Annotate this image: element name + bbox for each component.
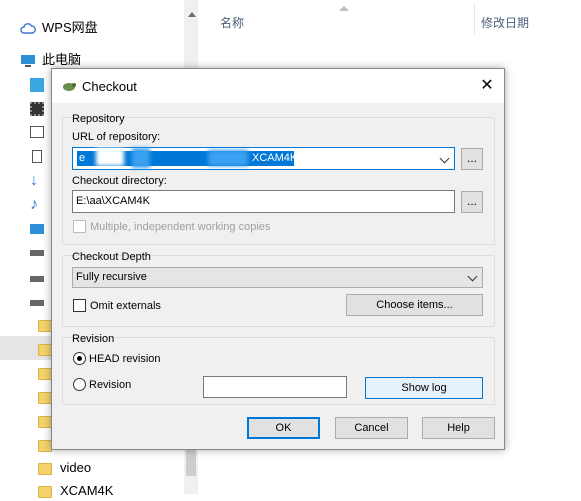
- drive-icon[interactable]: [30, 300, 44, 306]
- checkout-dir-label: Checkout directory:: [72, 175, 167, 187]
- pictures-icon[interactable]: [30, 126, 44, 138]
- browse-label: ...: [466, 151, 477, 165]
- nav-item-video[interactable]: video: [38, 458, 91, 478]
- documents-icon[interactable]: [32, 150, 42, 163]
- choose-items-button[interactable]: Choose items...: [346, 294, 483, 316]
- help-label: Help: [447, 422, 470, 434]
- close-button[interactable]: ✕: [470, 69, 504, 103]
- column-header-name[interactable]: 名称: [220, 14, 244, 31]
- revision-input[interactable]: [203, 376, 347, 398]
- chevron-down-icon[interactable]: [439, 153, 450, 164]
- chevron-down-icon[interactable]: [467, 271, 478, 282]
- dialog-titlebar[interactable]: Checkout ✕: [52, 69, 504, 103]
- column-divider[interactable]: [474, 4, 475, 34]
- video-icon[interactable]: [30, 102, 44, 116]
- nav-item-label: XCAM4K: [60, 483, 114, 498]
- browse-url-button[interactable]: ...: [461, 148, 483, 170]
- nav-item-wps-drive[interactable]: WPS网盘: [20, 18, 98, 38]
- tortoise-icon: [63, 83, 76, 91]
- music-icon[interactable]: ♪: [30, 196, 38, 214]
- checkout-depth-group-label: Checkout Depth: [72, 251, 151, 263]
- omit-externals-checkbox[interactable]: [73, 299, 86, 312]
- folder-icon: [38, 462, 52, 475]
- cloud-icon: [20, 22, 36, 36]
- omit-externals-label: Omit externals: [90, 300, 161, 312]
- url-prefix: e: [79, 152, 86, 164]
- nav-item-this-pc[interactable]: 此电脑: [20, 50, 81, 70]
- redaction: [208, 150, 248, 166]
- head-revision-label: HEAD revision: [89, 353, 161, 365]
- drive-icon[interactable]: [30, 276, 44, 282]
- downloads-icon[interactable]: ↓: [30, 173, 38, 189]
- drive-icon[interactable]: [30, 250, 44, 256]
- nav-item-label: 此电脑: [42, 52, 82, 67]
- checkout-depth-group: [62, 255, 495, 327]
- depth-select-value: Fully recursive: [76, 271, 147, 283]
- 3d-objects-icon[interactable]: [30, 78, 44, 92]
- help-button[interactable]: Help: [422, 417, 495, 439]
- sort-up-icon: [339, 6, 349, 11]
- redaction: [132, 148, 150, 168]
- browse-label: ...: [466, 194, 477, 208]
- checkout-dialog: Checkout ✕ Repository URL of repository:…: [51, 68, 505, 450]
- url-label: URL of repository:: [72, 131, 161, 143]
- redaction: [96, 148, 124, 166]
- nav-item-label: WPS网盘: [42, 20, 98, 35]
- nav-item-xcam4k[interactable]: XCAM4K: [38, 481, 113, 501]
- checkout-dir-value: E:\aa\XCAM4K: [76, 195, 150, 207]
- dialog-title: Checkout: [82, 79, 137, 94]
- ok-label: OK: [275, 422, 292, 434]
- cancel-button[interactable]: Cancel: [335, 417, 408, 439]
- head-revision-radio[interactable]: [73, 352, 86, 365]
- revision-label: Revision: [89, 379, 132, 391]
- close-icon: ✕: [480, 77, 494, 94]
- choose-items-label: Choose items...: [376, 299, 453, 311]
- checkout-dir-input[interactable]: E:\aa\XCAM4K: [72, 190, 455, 213]
- folder-icon: [38, 485, 52, 498]
- depth-select[interactable]: Fully recursive: [72, 267, 483, 288]
- column-header-modified[interactable]: 修改日期: [481, 14, 529, 31]
- revision-radio[interactable]: [73, 378, 86, 391]
- multiple-wc-label: Multiple, independent working copies: [90, 221, 271, 233]
- multiple-wc-checkbox[interactable]: [73, 220, 86, 233]
- desktop-icon[interactable]: [30, 224, 44, 234]
- nav-item-label: video: [60, 460, 92, 475]
- url-visible-tail: XCAM4K: [252, 152, 298, 164]
- revision-group-label: Revision: [72, 333, 115, 345]
- ok-button[interactable]: OK: [247, 417, 320, 439]
- computer-icon: [20, 54, 36, 68]
- cancel-label: Cancel: [354, 422, 389, 434]
- repository-group-label: Repository: [72, 113, 125, 125]
- show-log-label: Show log: [401, 382, 447, 394]
- scroll-up-icon[interactable]: [188, 12, 196, 17]
- show-log-button[interactable]: Show log: [365, 377, 483, 399]
- browse-dir-button[interactable]: ...: [461, 191, 483, 213]
